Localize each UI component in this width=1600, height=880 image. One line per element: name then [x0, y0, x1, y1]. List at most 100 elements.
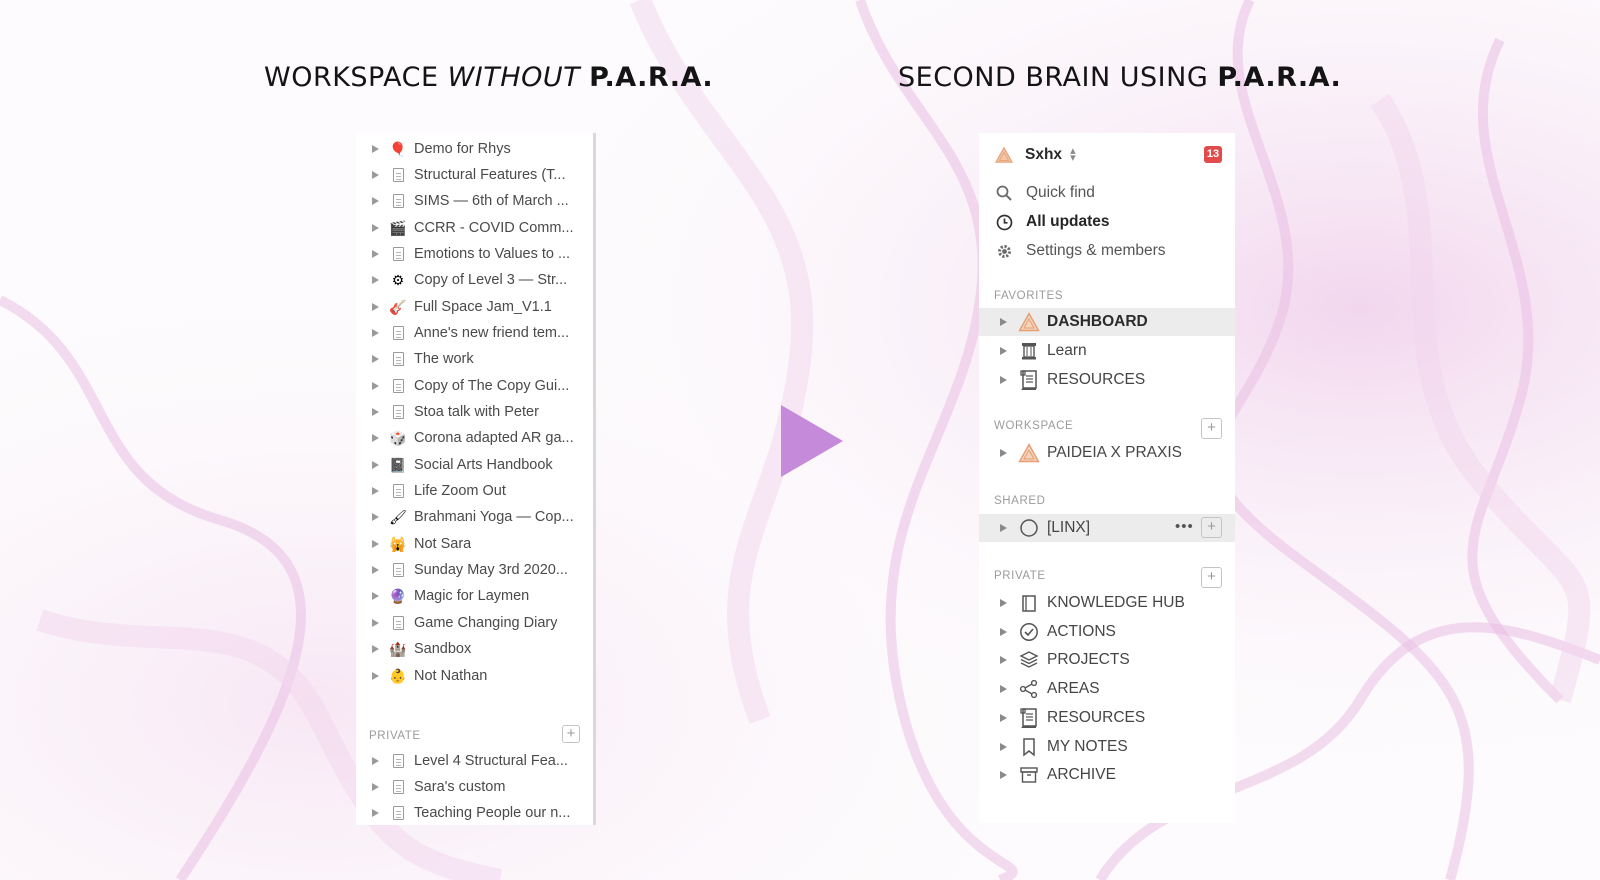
- expand-toggle-icon[interactable]: [372, 144, 379, 153]
- page-icon: [389, 614, 407, 632]
- expand-toggle-icon[interactable]: [372, 381, 379, 390]
- expand-toggle-icon[interactable]: [1000, 599, 1007, 607]
- sidebar-page-item[interactable]: 🎬 CCRR - COVID Comm...: [356, 214, 590, 241]
- sidebar-page-item[interactable]: [LINX] ••• +: [979, 514, 1235, 542]
- menu-all-updates[interactable]: All updates: [979, 208, 1235, 236]
- expand-toggle-icon[interactable]: [372, 592, 379, 601]
- expand-toggle-icon[interactable]: [372, 408, 379, 416]
- expand-toggle-icon[interactable]: [372, 276, 379, 285]
- brush-icon: 🖌: [389, 509, 407, 526]
- expand-toggle-icon[interactable]: [372, 782, 379, 791]
- sidebar-page-item[interactable]: RESOURCES: [979, 704, 1235, 732]
- menu-quick-find[interactable]: Quick find: [979, 179, 1235, 207]
- add-private-page-button[interactable]: +: [562, 725, 580, 743]
- page-title: Magic for Laymen: [414, 588, 530, 605]
- expand-toggle-icon[interactable]: [372, 223, 379, 232]
- add-workspace-page-button[interactable]: +: [1201, 418, 1222, 439]
- sidebar-page-item[interactable]: ⚙ Copy of Level 3 — Str...: [356, 267, 590, 294]
- expand-toggle-icon[interactable]: [372, 302, 379, 311]
- sidebar-page-item[interactable]: Life Zoom Out: [356, 478, 590, 505]
- sidebar-page-item[interactable]: Learn: [979, 337, 1235, 365]
- left-sidebar: 🎈 Demo for Rhys Structural Features (T... S…: [356, 133, 596, 825]
- expand-toggle-icon[interactable]: [1000, 376, 1007, 384]
- page-title: Social Arts Handbook: [414, 456, 553, 473]
- menu-settings-members[interactable]: Settings & members: [979, 237, 1235, 265]
- expand-toggle-icon[interactable]: [372, 756, 379, 765]
- expand-toggle-icon[interactable]: [372, 170, 379, 179]
- sidebar-page-item[interactable]: DASHBOARD: [979, 308, 1235, 336]
- expand-toggle-icon[interactable]: [1000, 347, 1007, 355]
- expand-toggle-icon[interactable]: [1000, 771, 1007, 780]
- sidebar-page-item[interactable]: 📓 Social Arts Handbook: [356, 451, 590, 478]
- more-options-icon[interactable]: •••: [1175, 518, 1194, 535]
- expand-toggle-icon[interactable]: [372, 671, 379, 680]
- sidebar-page-item[interactable]: Level 4 Structural Fea...: [356, 747, 590, 774]
- sidebar-page-item[interactable]: Sara's custom: [356, 773, 590, 800]
- sidebar-page-item[interactable]: Game Changing Diary: [356, 609, 590, 636]
- archive-box-icon: [1018, 764, 1040, 786]
- sidebar-page-item[interactable]: Teaching People our n...: [356, 800, 590, 827]
- sidebar-page-item[interactable]: Copy of The Copy Gui...: [356, 372, 590, 399]
- sidebar-page-item[interactable]: 🏰 Sandbox: [356, 636, 590, 663]
- expand-toggle-icon[interactable]: [1000, 656, 1007, 665]
- sidebar-page-item[interactable]: PAIDEIA X PRAXIS: [979, 439, 1235, 467]
- sidebar-page-item[interactable]: KNOWLEDGE HUB: [979, 589, 1235, 617]
- sidebar-page-item[interactable]: Stoa talk with Peter: [356, 399, 590, 426]
- expand-toggle-icon[interactable]: [1000, 318, 1007, 326]
- add-subpage-button[interactable]: +: [1201, 517, 1222, 538]
- expand-toggle-icon[interactable]: [372, 539, 379, 548]
- sidebar-page-item[interactable]: Emotions to Values to ...: [356, 240, 590, 267]
- page-title: KNOWLEDGE HUB: [1047, 594, 1185, 611]
- play-arrow-icon: [781, 405, 843, 477]
- sidebar-page-item[interactable]: 🙀 Not Sara: [356, 530, 590, 557]
- expand-toggle-icon[interactable]: [372, 513, 379, 522]
- page-icon: [389, 778, 407, 796]
- expand-toggle-icon[interactable]: [1000, 685, 1007, 694]
- sidebar-page-item[interactable]: Sunday May 3rd 2020...: [356, 557, 590, 584]
- sidebar-page-item[interactable]: 🔮 Magic for Laymen: [356, 583, 590, 610]
- expand-toggle-icon[interactable]: [372, 460, 379, 469]
- expand-toggle-icon[interactable]: [372, 328, 379, 337]
- section-label-favorites: FAVORITES: [994, 290, 1064, 302]
- expand-toggle-icon[interactable]: [372, 566, 379, 575]
- expand-toggle-icon[interactable]: [1000, 524, 1007, 532]
- page-title: RESOURCES: [1047, 708, 1146, 726]
- expand-toggle-icon[interactable]: [1000, 449, 1007, 457]
- sidebar-page-item[interactable]: Anne's new friend tem...: [356, 319, 590, 346]
- sidebar-page-item[interactable]: The work: [356, 346, 590, 373]
- expand-toggle-icon[interactable]: [1000, 627, 1007, 636]
- expand-toggle-icon[interactable]: [372, 618, 379, 627]
- sidebar-page-item[interactable]: 🎲 Corona adapted AR ga...: [356, 425, 590, 452]
- check-circle-icon: [1018, 621, 1040, 643]
- add-private-page-button[interactable]: +: [1201, 567, 1222, 588]
- sidebar-page-item[interactable]: MY NOTES: [979, 733, 1235, 761]
- expand-toggle-icon[interactable]: [1000, 713, 1007, 722]
- sidebar-page-item[interactable]: PROJECTS: [979, 646, 1235, 674]
- sidebar-page-item[interactable]: SIMS — 6th of March ...: [356, 188, 590, 215]
- workspace-switcher[interactable]: Sxhx ▴ ▾: [979, 141, 1235, 169]
- expand-toggle-icon[interactable]: [372, 434, 379, 443]
- page-title: Life Zoom Out: [414, 483, 506, 500]
- sidebar-page-item[interactable]: 🎈 Demo for Rhys: [356, 135, 590, 162]
- sidebar-page-item[interactable]: AREAS: [979, 675, 1235, 703]
- sidebar-page-item[interactable]: RESOURCES: [979, 366, 1235, 394]
- expand-toggle-icon[interactable]: [372, 487, 379, 496]
- page-title: CCRR - COVID Comm...: [414, 219, 574, 236]
- notification-badge[interactable]: 13: [1204, 146, 1222, 163]
- sidebar-page-item[interactable]: ARCHIVE: [979, 761, 1235, 789]
- sidebar-page-item[interactable]: 🎸 Full Space Jam_V1.1: [356, 293, 590, 320]
- expand-toggle-icon[interactable]: [1000, 742, 1007, 751]
- page-title: PROJECTS: [1047, 651, 1130, 669]
- expand-toggle-icon[interactable]: [372, 809, 379, 818]
- page-icon: [389, 377, 407, 395]
- expand-toggle-icon[interactable]: [372, 355, 379, 364]
- page-title: AREAS: [1047, 680, 1100, 698]
- sidebar-page-item[interactable]: 🖌 Brahmani Yoga — Cop...: [356, 504, 590, 531]
- expand-toggle-icon[interactable]: [372, 197, 379, 206]
- sidebar-page-item[interactable]: ACTIONS: [979, 618, 1235, 646]
- sidebar-page-item[interactable]: 👶 Not Nathan: [356, 662, 590, 689]
- scrollbar[interactable]: [593, 133, 596, 825]
- expand-toggle-icon[interactable]: [372, 645, 379, 654]
- expand-toggle-icon[interactable]: [372, 249, 379, 258]
- sidebar-page-item[interactable]: Structural Features (T...: [356, 161, 590, 188]
